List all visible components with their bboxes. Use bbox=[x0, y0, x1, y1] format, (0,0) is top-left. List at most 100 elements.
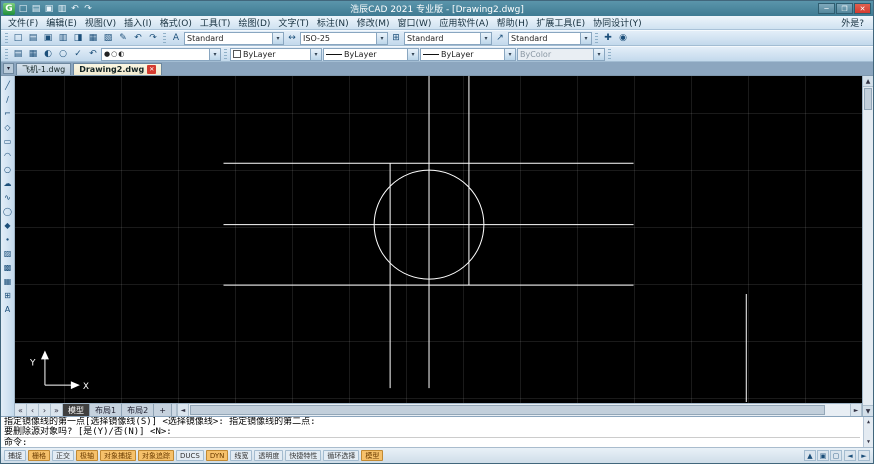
table-style-icon[interactable]: ⊞ bbox=[389, 32, 403, 45]
toolbar-grip[interactable] bbox=[608, 49, 611, 60]
scroll-right-icon[interactable]: ► bbox=[850, 404, 862, 416]
vertical-scroll-track[interactable] bbox=[863, 111, 873, 405]
undo-icon[interactable]: ↶ bbox=[69, 2, 81, 15]
mleader-style-icon[interactable]: ↗ bbox=[493, 32, 507, 45]
add-layout-tab-button[interactable]: + bbox=[154, 404, 172, 416]
menu-item[interactable]: 工具(T) bbox=[196, 16, 235, 29]
insert-block-icon[interactable]: ◆ bbox=[2, 219, 14, 231]
open-file-icon[interactable]: ▤ bbox=[26, 32, 40, 45]
tab-close-icon[interactable]: ✕ bbox=[147, 65, 156, 74]
next-layout-button[interactable]: › bbox=[39, 404, 51, 416]
quick-properties-toggle[interactable]: 快捷特性 bbox=[285, 450, 321, 461]
ellipse-icon[interactable]: ◯ bbox=[2, 205, 14, 217]
toolbar-grip[interactable] bbox=[224, 49, 227, 60]
chevron-down-icon[interactable]: ▾ bbox=[209, 49, 220, 60]
mleader-style-dropdown[interactable]: Standard ▾ bbox=[508, 32, 592, 45]
osnap-toggle[interactable]: 对象捕捉 bbox=[100, 450, 136, 461]
toolbar-grip[interactable] bbox=[5, 33, 8, 44]
grid-toggle[interactable]: 栅格 bbox=[28, 450, 50, 461]
command-scrollbar[interactable]: ▲ ▼ bbox=[863, 417, 873, 447]
workspace-switch-icon[interactable]: ▣ bbox=[817, 450, 829, 461]
horizontal-scroll-thumb[interactable] bbox=[190, 405, 825, 415]
tab-list-icon[interactable]: ▾ bbox=[3, 63, 14, 74]
revcloud-icon[interactable]: ☁ bbox=[2, 177, 14, 189]
layer-dropdown[interactable]: ●○◐ ▾ bbox=[101, 48, 221, 61]
vertical-scrollbar[interactable]: ▲ ▼ bbox=[862, 76, 873, 416]
pan-icon[interactable]: ✚ bbox=[601, 32, 615, 45]
spline-icon[interactable]: ∿ bbox=[2, 191, 14, 203]
otrack-toggle[interactable]: 对象追踪 bbox=[138, 450, 174, 461]
text-style-icon[interactable]: A bbox=[169, 32, 183, 45]
point-icon[interactable]: ∙ bbox=[2, 233, 14, 245]
layer-properties-icon[interactable]: ▤ bbox=[11, 48, 25, 61]
chevron-down-icon[interactable]: ▾ bbox=[310, 49, 321, 60]
layer-off-icon[interactable]: ○ bbox=[56, 48, 70, 61]
lineweight-toggle[interactable]: 线宽 bbox=[230, 450, 252, 461]
plot-icon[interactable]: ▥ bbox=[56, 2, 68, 15]
menu-item[interactable]: 扩展工具(E) bbox=[532, 16, 589, 29]
layer-isolate-icon[interactable]: ◐ bbox=[41, 48, 55, 61]
layer-previous-icon[interactable]: ↶ bbox=[86, 48, 100, 61]
ducs-toggle[interactable]: DUCS bbox=[176, 450, 204, 461]
circle-icon[interactable]: ○ bbox=[2, 163, 14, 175]
table-style-dropdown[interactable]: Standard ▾ bbox=[404, 32, 492, 45]
ortho-toggle[interactable]: 正交 bbox=[52, 450, 74, 461]
drawing-canvas[interactable]: Y X bbox=[15, 76, 862, 403]
new-file-icon[interactable]: □ bbox=[11, 32, 25, 45]
scroll-down-icon[interactable]: ▼ bbox=[867, 437, 870, 447]
toolbar-grip[interactable] bbox=[163, 33, 166, 44]
plot-icon[interactable]: ▥ bbox=[56, 32, 70, 45]
table-icon[interactable]: ⊞ bbox=[2, 289, 14, 301]
plot-preview-icon[interactable]: ◨ bbox=[71, 32, 85, 45]
horizontal-scroll-track[interactable] bbox=[189, 404, 850, 416]
zoom-realtime-icon[interactable]: ◉ bbox=[616, 32, 630, 45]
model-toggle[interactable]: 模型 bbox=[361, 450, 383, 461]
dyn-toggle[interactable]: DYN bbox=[206, 450, 229, 461]
scroll-up-icon[interactable]: ▲ bbox=[863, 76, 873, 87]
dim-style-icon[interactable]: ↔ bbox=[285, 32, 299, 45]
region-icon[interactable]: ▦ bbox=[2, 275, 14, 287]
new-file-icon[interactable]: □ bbox=[17, 2, 29, 15]
doc-tab-feiji-1[interactable]: 飞机-1.dwg bbox=[16, 63, 71, 75]
chevron-down-icon[interactable]: ▾ bbox=[376, 33, 387, 44]
layer-states-icon[interactable]: ▦ bbox=[26, 48, 40, 61]
line-icon[interactable]: ╱ bbox=[2, 79, 14, 91]
menu-item[interactable]: 视图(V) bbox=[81, 16, 120, 29]
chevron-down-icon[interactable]: ▾ bbox=[504, 49, 515, 60]
scroll-down-icon[interactable]: ▼ bbox=[863, 405, 873, 416]
match-properties-icon[interactable]: ✎ bbox=[116, 32, 130, 45]
menu-item[interactable]: 文件(F) bbox=[4, 16, 42, 29]
polygon-icon[interactable]: ◇ bbox=[2, 121, 14, 133]
minimize-button[interactable]: ─ bbox=[818, 3, 835, 14]
command-input[interactable]: 命令: bbox=[4, 437, 860, 447]
open-file-icon[interactable]: ▤ bbox=[30, 2, 42, 15]
status-scroll-left-icon[interactable]: ◄ bbox=[844, 450, 856, 461]
hatch-icon[interactable]: ▨ bbox=[2, 247, 14, 259]
menu-item[interactable]: 文字(T) bbox=[274, 16, 313, 29]
menu-item[interactable]: 标注(N) bbox=[313, 16, 353, 29]
close-button[interactable]: ✕ bbox=[854, 3, 871, 14]
status-scroll-right-icon[interactable]: ► bbox=[858, 450, 870, 461]
menu-item[interactable]: 修改(M) bbox=[353, 16, 394, 29]
scroll-up-icon[interactable]: ▲ bbox=[867, 417, 870, 427]
redo-icon[interactable]: ↷ bbox=[146, 32, 160, 45]
text-icon[interactable]: A bbox=[2, 303, 14, 315]
app-logo[interactable]: G bbox=[3, 3, 15, 15]
menu-item[interactable]: 绘图(D) bbox=[234, 16, 274, 29]
lineweight-dropdown[interactable]: ByLayer ▾ bbox=[420, 48, 516, 61]
polyline-icon[interactable]: ⌐ bbox=[2, 107, 14, 119]
prev-layout-button[interactable]: ‹ bbox=[27, 404, 39, 416]
layout-tab-layout1[interactable]: 布局1 bbox=[90, 404, 122, 416]
chevron-down-icon[interactable]: ▾ bbox=[580, 33, 591, 44]
menu-item[interactable]: 编辑(E) bbox=[42, 16, 81, 29]
first-layout-button[interactable]: « bbox=[15, 404, 27, 416]
menu-item[interactable]: 协同设计(Y) bbox=[589, 16, 646, 29]
menu-item[interactable]: 格式(O) bbox=[156, 16, 196, 29]
menu-item[interactable]: 插入(I) bbox=[120, 16, 156, 29]
annotation-scale-icon[interactable]: ▲ bbox=[804, 450, 816, 461]
text-style-dropdown[interactable]: Standard ▾ bbox=[184, 32, 284, 45]
fullscreen-icon[interactable]: ▢ bbox=[830, 450, 842, 461]
chevron-down-icon[interactable]: ▾ bbox=[480, 33, 491, 44]
menu-item[interactable]: 帮助(H) bbox=[493, 16, 533, 29]
horizontal-scrollbar[interactable]: ◄ ► bbox=[176, 404, 862, 416]
